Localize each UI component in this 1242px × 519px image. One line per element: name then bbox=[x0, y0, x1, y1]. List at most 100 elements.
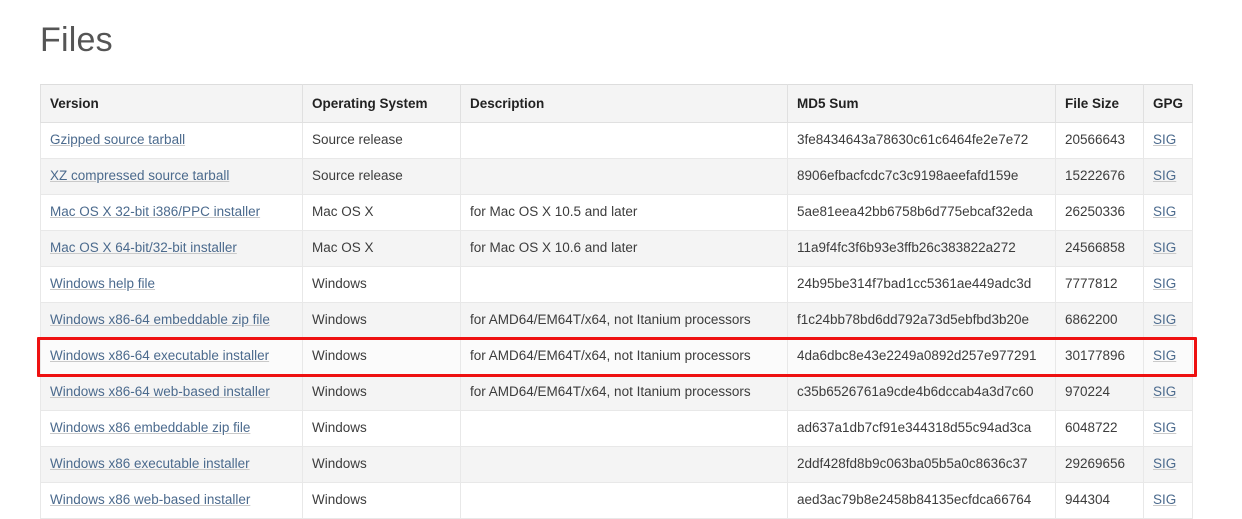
cell-version: Windows x86 embeddable zip file bbox=[40, 410, 303, 447]
cell-operating-system: Mac OS X bbox=[302, 230, 461, 267]
table-row: XZ compressed source tarball Source relea… bbox=[40, 158, 1193, 195]
cell-description bbox=[460, 482, 788, 519]
cell-version: XZ compressed source tarball bbox=[40, 158, 303, 195]
cell-gpg: SIG bbox=[1143, 230, 1193, 267]
cell-file-size: 15222676 bbox=[1055, 158, 1144, 195]
cell-operating-system: Windows bbox=[302, 338, 461, 375]
gpg-sig-link[interactable]: SIG bbox=[1153, 168, 1176, 183]
cell-operating-system: Windows bbox=[302, 482, 461, 519]
files-table-container: Version Operating System Description MD5… bbox=[40, 84, 1193, 519]
table-row: Mac OS X 32-bit i386/PPC installer Mac OS… bbox=[40, 194, 1193, 231]
table-row: Mac OS X 64-bit/32-bit installer Mac OS X… bbox=[40, 230, 1193, 267]
column-header-file-size: File Size bbox=[1055, 84, 1144, 123]
gpg-sig-link[interactable]: SIG bbox=[1153, 384, 1176, 399]
gpg-sig-link[interactable]: SIG bbox=[1153, 348, 1176, 363]
gpg-sig-link[interactable]: SIG bbox=[1153, 276, 1176, 291]
cell-gpg: SIG bbox=[1143, 194, 1193, 231]
cell-operating-system: Mac OS X bbox=[302, 194, 461, 231]
column-header-description: Description bbox=[460, 84, 788, 123]
cell-file-size: 6048722 bbox=[1055, 410, 1144, 447]
cell-gpg: SIG bbox=[1143, 374, 1193, 411]
cell-gpg: SIG bbox=[1143, 338, 1193, 375]
version-download-link[interactable]: Windows x86 embeddable zip file bbox=[50, 420, 250, 435]
gpg-sig-link[interactable]: SIG bbox=[1153, 456, 1176, 471]
cell-description bbox=[460, 158, 788, 195]
version-download-link[interactable]: Windows x86 web-based installer bbox=[50, 492, 250, 507]
cell-md5-sum: 11a9f4fc3f6b93e3ffb26c383822a272 bbox=[787, 230, 1056, 267]
cell-md5-sum: 24b95be314f7bad1cc5361ae449adc3d bbox=[787, 266, 1056, 303]
gpg-sig-link[interactable]: SIG bbox=[1153, 312, 1176, 327]
version-download-link[interactable]: Windows x86-64 embeddable zip file bbox=[50, 312, 270, 327]
cell-operating-system: Windows bbox=[302, 446, 461, 483]
table-row: Windows x86-64 executable installer Windo… bbox=[40, 338, 1193, 375]
cell-version: Windows x86-64 embeddable zip file bbox=[40, 302, 303, 339]
page-title: Files bbox=[40, 21, 113, 59]
cell-md5-sum: c35b6526761a9cde4b6dccab4a3d7c60 bbox=[787, 374, 1056, 411]
table-header-row: Version Operating System Description MD5… bbox=[40, 84, 1193, 123]
cell-description: for Mac OS X 10.6 and later bbox=[460, 230, 788, 267]
version-download-link[interactable]: XZ compressed source tarball bbox=[50, 168, 229, 183]
cell-gpg: SIG bbox=[1143, 446, 1193, 483]
gpg-sig-link[interactable]: SIG bbox=[1153, 492, 1176, 507]
table-row: Windows x86-64 embeddable zip file Window… bbox=[40, 302, 1193, 339]
version-download-link[interactable]: Gzipped source tarball bbox=[50, 132, 185, 147]
cell-operating-system: Source release bbox=[302, 158, 461, 195]
cell-description bbox=[460, 446, 788, 483]
cell-md5-sum: 3fe8434643a78630c61c6464fe2e7e72 bbox=[787, 122, 1056, 159]
cell-gpg: SIG bbox=[1143, 158, 1193, 195]
cell-version: Windows x86 executable installer bbox=[40, 446, 303, 483]
cell-operating-system: Windows bbox=[302, 374, 461, 411]
cell-version: Mac OS X 32-bit i386/PPC installer bbox=[40, 194, 303, 231]
cell-gpg: SIG bbox=[1143, 482, 1193, 519]
version-download-link[interactable]: Windows help file bbox=[50, 276, 155, 291]
cell-gpg: SIG bbox=[1143, 122, 1193, 159]
version-download-link[interactable]: Mac OS X 32-bit i386/PPC installer bbox=[50, 204, 260, 219]
cell-description: for AMD64/EM64T/x64, not Itanium process… bbox=[460, 374, 788, 411]
column-header-md5-sum: MD5 Sum bbox=[787, 84, 1056, 123]
cell-md5-sum: 5ae81eea42bb6758b6d775ebcaf32eda bbox=[787, 194, 1056, 231]
version-download-link[interactable]: Windows x86 executable installer bbox=[50, 456, 250, 471]
cell-description bbox=[460, 266, 788, 303]
cell-md5-sum: f1c24bb78bd6dd792a73d5ebfbd3b20e bbox=[787, 302, 1056, 339]
cell-description bbox=[460, 122, 788, 159]
gpg-sig-link[interactable]: SIG bbox=[1153, 240, 1176, 255]
files-page: Files Version Operating System Descripti… bbox=[0, 0, 1242, 519]
cell-md5-sum: 8906efbacfcdc7c3c9198aeefafd159e bbox=[787, 158, 1056, 195]
files-table: Version Operating System Description MD5… bbox=[40, 84, 1193, 519]
cell-md5-sum: 4da6dbc8e43e2249a0892d257e977291 bbox=[787, 338, 1056, 375]
cell-md5-sum: 2ddf428fd8b9c063ba05b5a0c8636c37 bbox=[787, 446, 1056, 483]
table-row: Gzipped source tarball Source release 3fe8… bbox=[40, 122, 1193, 159]
cell-operating-system: Source release bbox=[302, 122, 461, 159]
table-row: Windows x86 web-based installer Windows ae… bbox=[40, 482, 1193, 519]
cell-operating-system: Windows bbox=[302, 266, 461, 303]
gpg-sig-link[interactable]: SIG bbox=[1153, 204, 1176, 219]
cell-file-size: 30177896 bbox=[1055, 338, 1144, 375]
column-header-gpg: GPG bbox=[1143, 84, 1193, 123]
version-download-link[interactable]: Windows x86-64 web-based installer bbox=[50, 384, 270, 399]
cell-version: Windows x86-64 executable installer bbox=[40, 338, 303, 375]
cell-gpg: SIG bbox=[1143, 266, 1193, 303]
version-download-link[interactable]: Mac OS X 64-bit/32-bit installer bbox=[50, 240, 237, 255]
cell-file-size: 6862200 bbox=[1055, 302, 1144, 339]
gpg-sig-link[interactable]: SIG bbox=[1153, 420, 1176, 435]
cell-version: Mac OS X 64-bit/32-bit installer bbox=[40, 230, 303, 267]
cell-version: Gzipped source tarball bbox=[40, 122, 303, 159]
cell-version: Windows x86 web-based installer bbox=[40, 482, 303, 519]
cell-file-size: 26250336 bbox=[1055, 194, 1144, 231]
cell-operating-system: Windows bbox=[302, 302, 461, 339]
cell-file-size: 970224 bbox=[1055, 374, 1144, 411]
cell-file-size: 7777812 bbox=[1055, 266, 1144, 303]
table-row: Windows x86 executable installer Windows 2… bbox=[40, 446, 1193, 483]
files-table-header: Version Operating System Description MD5… bbox=[40, 84, 1193, 123]
cell-gpg: SIG bbox=[1143, 302, 1193, 339]
cell-description: for Mac OS X 10.5 and later bbox=[460, 194, 788, 231]
cell-description: for AMD64/EM64T/x64, not Itanium process… bbox=[460, 338, 788, 375]
cell-md5-sum: ad637a1db7cf91e344318d55c94ad3ca bbox=[787, 410, 1056, 447]
cell-version: Windows help file bbox=[40, 266, 303, 303]
files-table-body: Gzipped source tarball Source release 3fe8… bbox=[40, 122, 1193, 519]
column-header-operating-system: Operating System bbox=[302, 84, 461, 123]
cell-file-size: 20566643 bbox=[1055, 122, 1144, 159]
cell-description bbox=[460, 410, 788, 447]
version-download-link[interactable]: Windows x86-64 executable installer bbox=[50, 348, 269, 363]
gpg-sig-link[interactable]: SIG bbox=[1153, 132, 1176, 147]
